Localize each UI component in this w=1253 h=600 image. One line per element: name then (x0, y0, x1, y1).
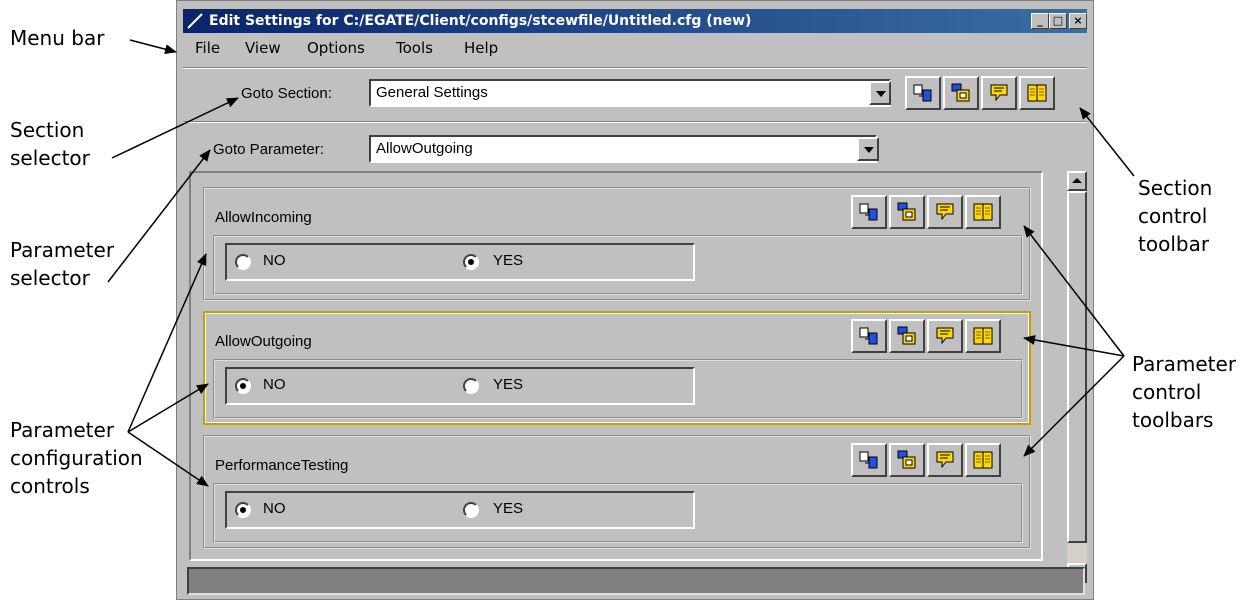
param-paste-button[interactable] (889, 319, 925, 353)
radio-group: NO YES (225, 367, 695, 405)
parameter-name: PerformanceTesting (215, 457, 349, 474)
menu-options[interactable]: Options (307, 39, 365, 57)
radio-yes-label: YES (493, 252, 524, 269)
callout-section-control-toolbar: Section control toolbar (1138, 176, 1213, 256)
radio-yes[interactable] (463, 378, 479, 394)
close-button[interactable]: × (1069, 13, 1087, 29)
status-bar (187, 567, 1085, 595)
parameter-input-box: NO YES (213, 483, 1023, 543)
param-comment-button[interactable] (927, 195, 963, 229)
radio-yes-label: YES (493, 376, 524, 393)
parameter-input-box: NO YES (213, 235, 1023, 295)
radio-yes-label: YES (493, 500, 524, 517)
comment-icon (936, 451, 954, 469)
callout-parameter-selector: Parameter selector (10, 238, 115, 290)
radio-no[interactable] (235, 502, 251, 518)
radio-yes[interactable] (463, 254, 479, 270)
goto-section-combo[interactable]: General Settings (369, 79, 891, 107)
param-paste-button[interactable] (889, 195, 925, 229)
param-comment-button[interactable] (927, 319, 963, 353)
parameter-group: AllowIncoming NO YES (203, 187, 1031, 301)
param-help-button[interactable] (965, 195, 1001, 229)
goto-parameter-dropdown-button[interactable] (857, 137, 879, 161)
scroll-up-button[interactable] (1067, 171, 1087, 191)
radio-group: NO YES (225, 243, 695, 281)
comment-icon (936, 327, 954, 345)
arrow-up-icon (1072, 178, 1082, 183)
goto-parameter-label: Goto Parameter: (213, 141, 324, 158)
section-copy-button[interactable] (905, 76, 941, 110)
paste-icon (897, 450, 916, 469)
copy-icon (859, 451, 878, 469)
parameter-input-box: NO YES (213, 359, 1023, 419)
parameter-group-selected: AllowOutgoing NO YES (203, 311, 1031, 425)
section-paste-button[interactable] (943, 76, 979, 110)
comment-icon (990, 84, 1008, 102)
copy-icon (859, 327, 878, 345)
window-title: Edit Settings for C:/EGATE/Client/config… (209, 13, 752, 29)
goto-section-label: Goto Section: (241, 85, 332, 102)
parameter-name: AllowOutgoing (215, 333, 312, 350)
title-bar[interactable]: Edit Settings for C:/EGATE/Client/config… (183, 9, 1087, 33)
radio-no-label: NO (263, 252, 286, 269)
menu-file[interactable]: File (195, 39, 220, 57)
menu-tools[interactable]: Tools (396, 39, 433, 57)
settings-window: Edit Settings for C:/EGATE/Client/config… (176, 0, 1094, 600)
section-help-button[interactable] (1019, 76, 1055, 110)
paste-icon (897, 326, 916, 345)
minimize-button[interactable]: _ (1031, 13, 1049, 29)
radio-no[interactable] (235, 378, 251, 394)
comment-icon (936, 203, 954, 221)
app-icon (187, 13, 203, 29)
book-icon (1027, 84, 1047, 102)
goto-section-dropdown-button[interactable] (869, 81, 891, 105)
copy-icon (913, 84, 932, 102)
param-copy-button[interactable] (851, 319, 887, 353)
menu-help[interactable]: Help (464, 39, 498, 57)
parameter-group: PerformanceTesting NO YES (203, 435, 1031, 549)
callout-menu-bar: Menu bar (10, 26, 105, 50)
vertical-scrollbar[interactable] (1067, 171, 1087, 583)
param-help-button[interactable] (965, 443, 1001, 477)
parameter-name: AllowIncoming (215, 209, 312, 226)
section-comment-button[interactable] (981, 76, 1017, 110)
maximize-button[interactable]: □ (1049, 13, 1067, 29)
callout-parameter-configuration-controls: Parameter configuration controls (10, 418, 143, 498)
radio-no-label: NO (263, 376, 286, 393)
menu-view[interactable]: View (245, 39, 281, 57)
paste-icon (951, 83, 970, 102)
param-copy-button[interactable] (851, 443, 887, 477)
scroll-thumb[interactable] (1067, 191, 1087, 543)
menu-divider (183, 67, 1087, 69)
book-icon (973, 327, 993, 345)
radio-group: NO YES (225, 491, 695, 529)
paste-icon (897, 202, 916, 221)
param-comment-button[interactable] (927, 443, 963, 477)
section-divider (183, 121, 1087, 123)
menu-bar: File View Options Tools Help (183, 35, 1087, 61)
param-help-button[interactable] (965, 319, 1001, 353)
radio-no[interactable] (235, 254, 251, 270)
goto-parameter-combo[interactable]: AllowOutgoing (369, 135, 877, 163)
copy-icon (859, 203, 878, 221)
param-paste-button[interactable] (889, 443, 925, 477)
param-copy-button[interactable] (851, 195, 887, 229)
callout-parameter-control-toolbars: Parameter control toolbars (1132, 352, 1237, 432)
callout-section-selector: Section selector (10, 118, 90, 170)
radio-no-label: NO (263, 500, 286, 517)
book-icon (973, 451, 993, 469)
radio-yes[interactable] (463, 502, 479, 518)
book-icon (973, 203, 993, 221)
